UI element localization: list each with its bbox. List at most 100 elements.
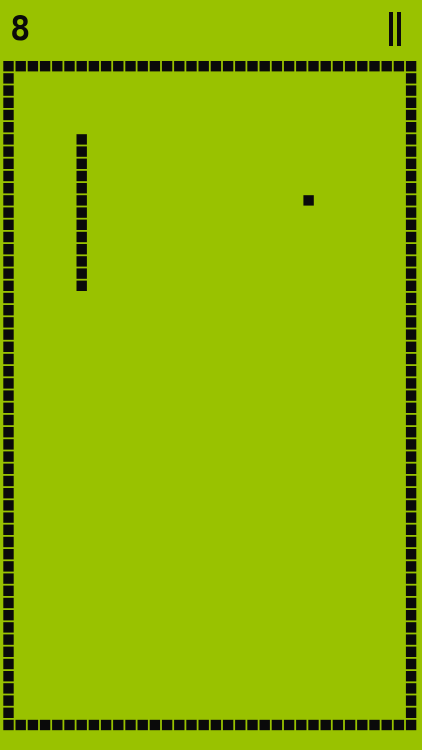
- wall-block: [174, 61, 185, 72]
- wall-block: [15, 719, 26, 731]
- wall-block: [149, 61, 161, 72]
- wall-block: [296, 719, 307, 731]
- wall-block: [3, 329, 14, 340]
- wall-block: [3, 97, 14, 108]
- wall-block: [3, 695, 14, 706]
- wall-block: [137, 719, 148, 731]
- wall-block: [161, 61, 173, 72]
- wall-block: [283, 719, 295, 731]
- wall-block: [27, 61, 39, 72]
- wall-block: [308, 719, 319, 731]
- snake-segment: [76, 256, 87, 267]
- wall-block: [283, 61, 295, 72]
- wall-block: [320, 719, 331, 731]
- snake-segment: [76, 158, 87, 169]
- wall-block: [3, 658, 14, 670]
- wall-block: [3, 719, 14, 731]
- snake: [76, 134, 87, 291]
- wall-block: [405, 341, 417, 352]
- wall-block: [39, 719, 51, 731]
- wall-block: [64, 61, 75, 72]
- wall-block: [3, 109, 14, 121]
- wall-block: [52, 719, 63, 731]
- wall-block: [222, 61, 234, 72]
- snake-segment: [76, 280, 87, 291]
- wall-block: [357, 61, 368, 72]
- wall-block: [405, 707, 417, 718]
- wall-block: [186, 61, 197, 72]
- wall: [3, 61, 417, 731]
- wall-block: [3, 183, 14, 194]
- game-board: [3, 61, 417, 731]
- wall-block: [3, 402, 14, 413]
- wall-block: [259, 719, 270, 731]
- wall-block: [235, 61, 246, 72]
- wall-block: [405, 122, 417, 133]
- wall-block: [332, 61, 344, 72]
- wall-block: [3, 488, 14, 499]
- snake-segment: [76, 244, 87, 255]
- wall-block: [381, 61, 392, 72]
- wall-block: [3, 305, 14, 316]
- snake-segment: [76, 183, 87, 194]
- wall-block: [344, 61, 356, 72]
- wall-block: [3, 195, 14, 206]
- wall-block: [3, 341, 14, 352]
- wall-block: [210, 61, 222, 72]
- wall-block: [3, 268, 14, 279]
- wall-block: [161, 719, 173, 731]
- wall-block: [125, 61, 136, 72]
- wall-block: [3, 683, 14, 694]
- wall-block: [405, 488, 417, 499]
- food-layer: [303, 195, 314, 206]
- wall-block: [113, 719, 124, 731]
- wall-block: [222, 719, 234, 731]
- wall-block: [405, 268, 417, 279]
- wall-block: [405, 317, 417, 328]
- snake-segment: [76, 195, 87, 206]
- wall-block: [405, 219, 417, 230]
- wall-block: [3, 427, 14, 438]
- snake-segment: [76, 146, 87, 157]
- wall-block: [27, 719, 39, 731]
- wall-block: [405, 646, 417, 657]
- wall-block: [198, 719, 209, 731]
- wall-block: [369, 719, 380, 731]
- wall-block: [405, 280, 417, 291]
- wall-block: [405, 329, 417, 340]
- wall-block: [3, 231, 14, 243]
- wall-block: [3, 463, 14, 474]
- wall-block: [3, 451, 14, 462]
- wall-block: [3, 524, 14, 535]
- wall-block: [405, 378, 417, 389]
- wall-block: [125, 719, 136, 731]
- wall-block: [405, 439, 417, 450]
- wall-block: [405, 597, 417, 609]
- wall-block: [405, 366, 417, 377]
- wall-block: [3, 207, 14, 218]
- wall-block: [259, 61, 270, 72]
- wall-block: [405, 463, 417, 474]
- snake-segment: [76, 170, 87, 182]
- wall-block: [3, 634, 14, 645]
- wall-block: [405, 109, 417, 121]
- wall-block: [405, 244, 417, 255]
- wall-block: [3, 390, 14, 401]
- wall-block: [3, 585, 14, 596]
- wall-block: [3, 366, 14, 377]
- wall-block: [3, 500, 14, 511]
- wall-block: [405, 524, 417, 535]
- wall-block: [405, 183, 417, 194]
- snake-segment: [76, 231, 87, 243]
- wall-block: [405, 427, 417, 438]
- wall-block: [3, 134, 14, 145]
- food-pellet: [303, 195, 314, 206]
- wall-block: [393, 61, 405, 72]
- wall-block: [174, 719, 185, 731]
- wall-block: [3, 622, 14, 633]
- wall-block: [3, 573, 14, 584]
- wall-block: [405, 353, 417, 365]
- wall-block: [149, 719, 161, 731]
- wall-block: [405, 207, 417, 218]
- wall-block: [369, 61, 380, 72]
